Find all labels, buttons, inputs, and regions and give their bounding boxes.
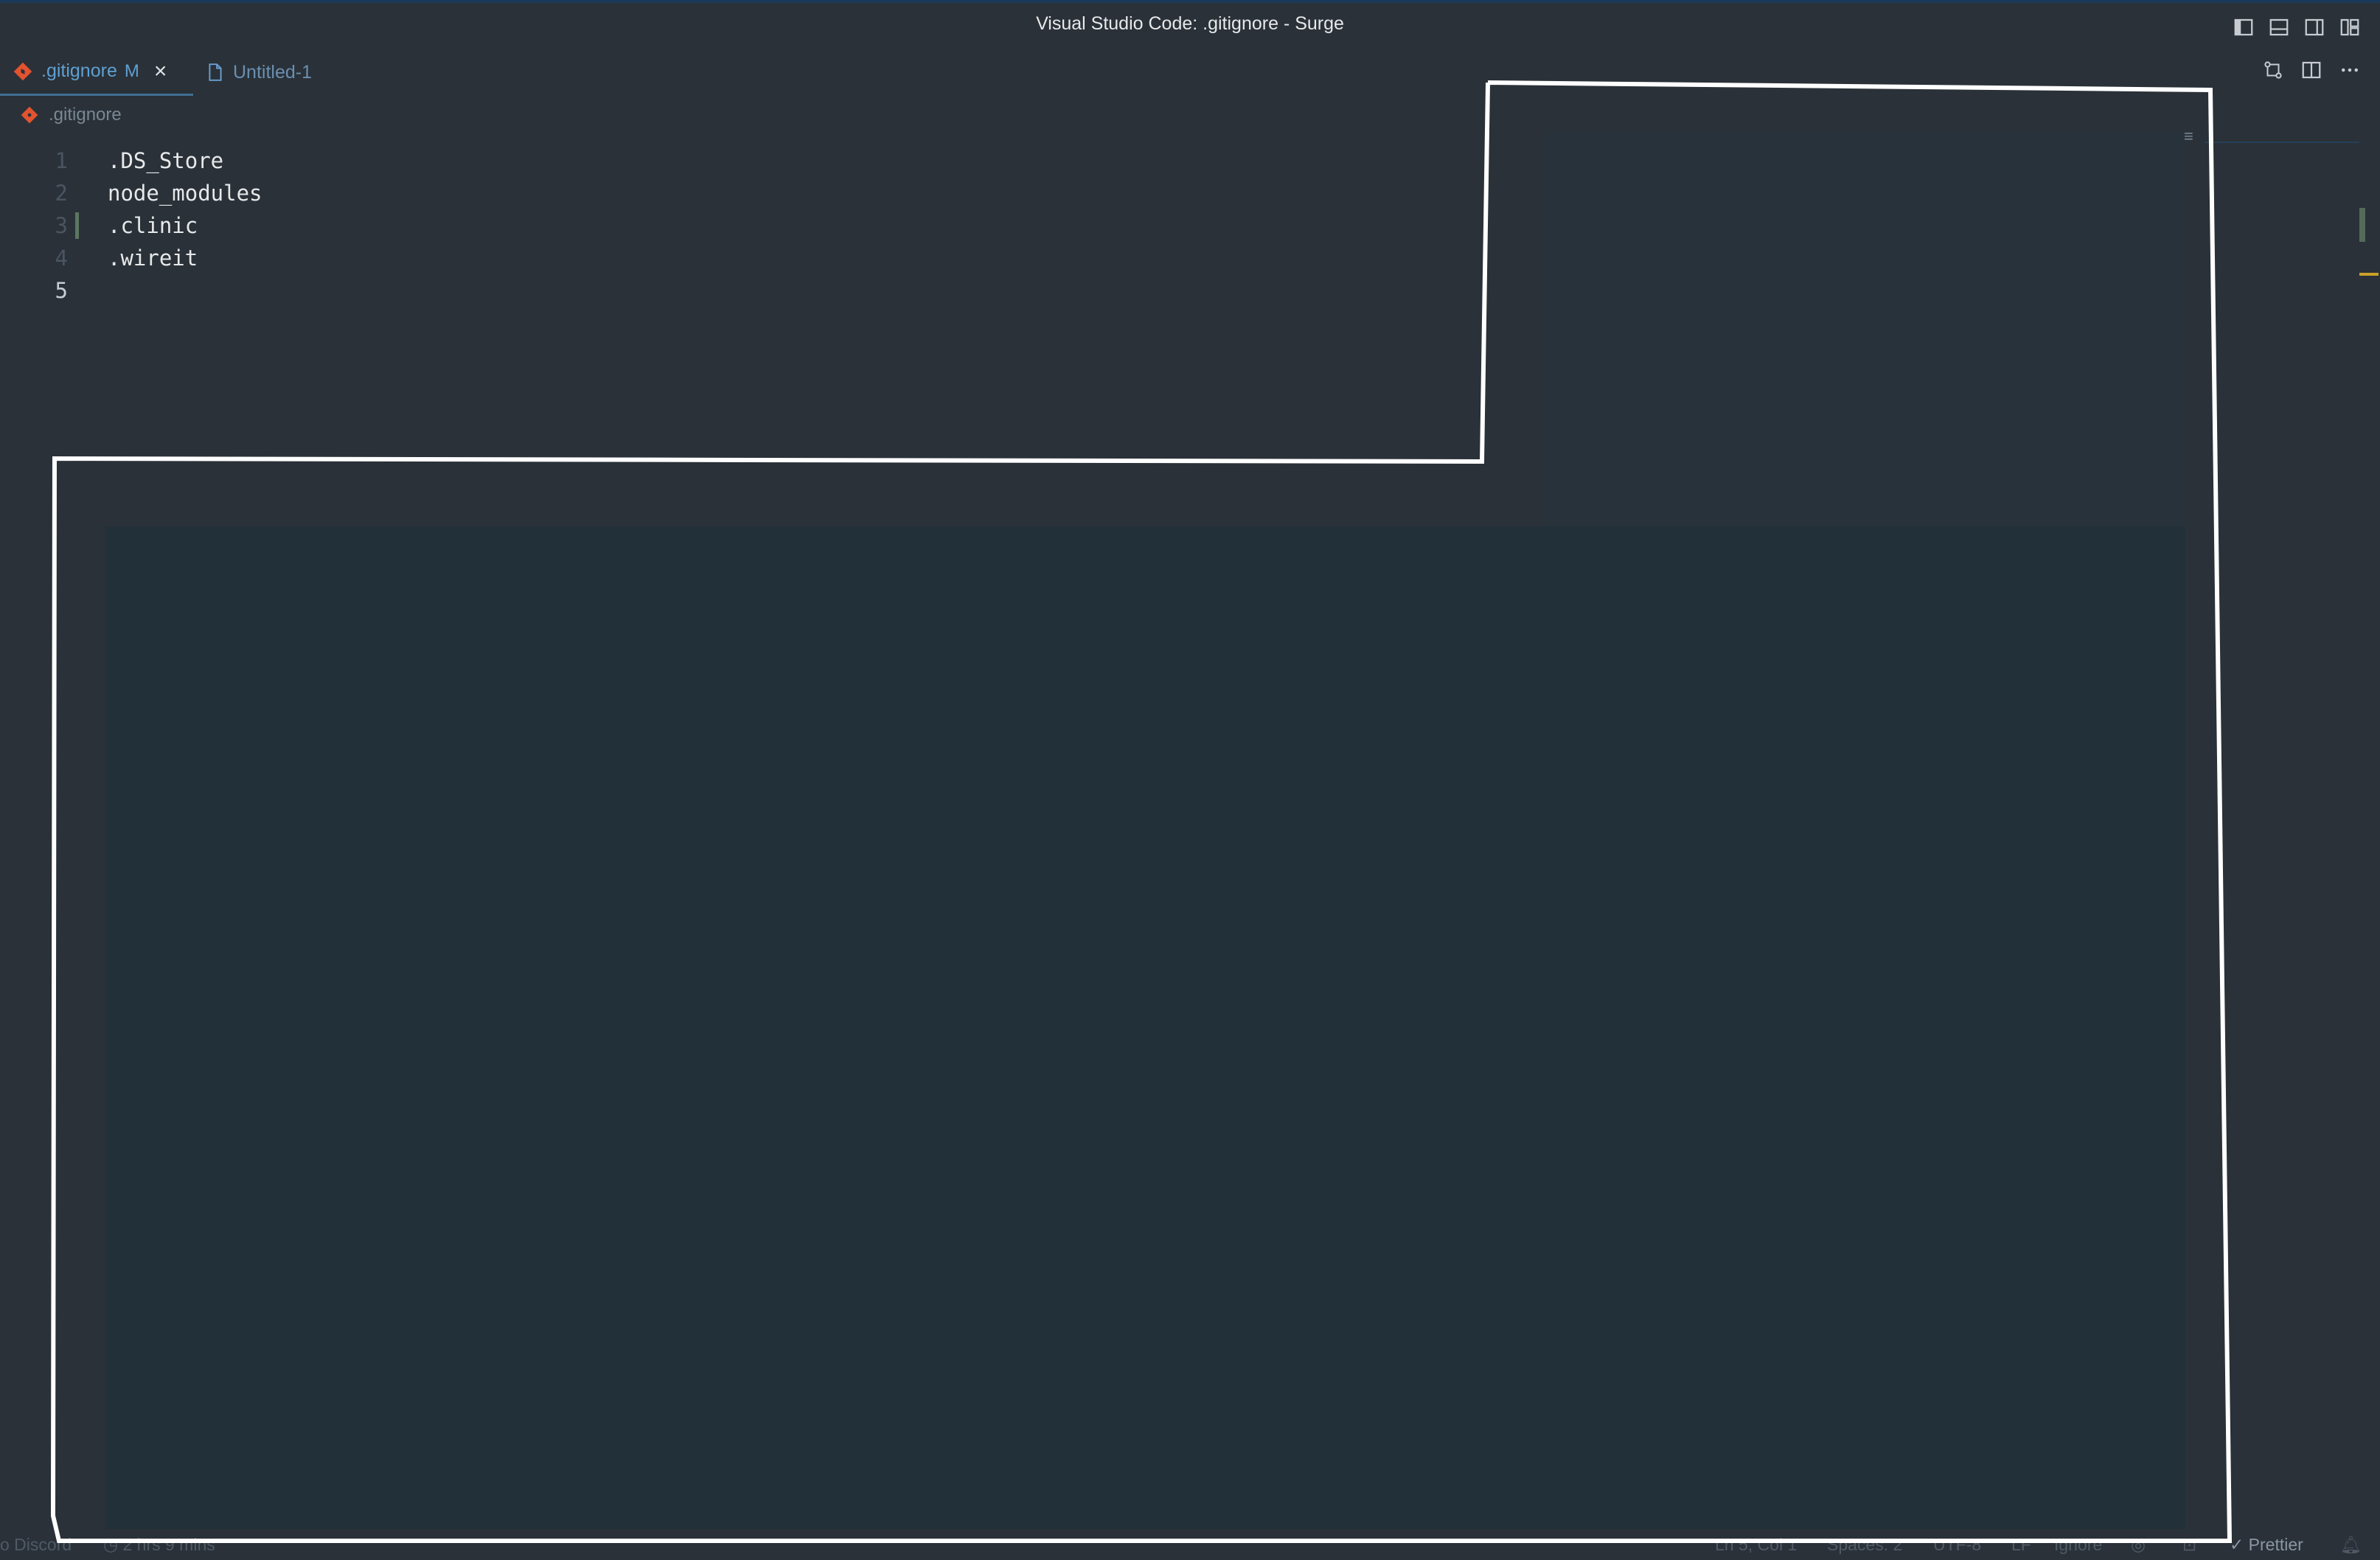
copilot-icon[interactable]: ◎ bbox=[2131, 1535, 2146, 1555]
line-number: 4 bbox=[55, 246, 68, 271]
open-changes-icon[interactable] bbox=[2261, 58, 2286, 83]
status-indentation[interactable]: Spaces: 2 bbox=[1827, 1535, 1902, 1555]
tab-gitignore[interactable]: .gitignore M × bbox=[0, 49, 193, 96]
toggle-primary-sidebar-icon[interactable] bbox=[2231, 15, 2256, 40]
extension-icon[interactable]: ⊡ bbox=[2182, 1535, 2196, 1555]
status-prettier-label: Prettier bbox=[2248, 1535, 2303, 1554]
status-prettier[interactable]: ✓ Prettier bbox=[2230, 1535, 2303, 1555]
clock-icon: ◷ bbox=[103, 1535, 119, 1554]
status-timer[interactable]: ◷ 2 hrs 9 mins bbox=[103, 1535, 215, 1555]
git-added-gutter-mark bbox=[75, 212, 79, 239]
line-number: 5 bbox=[55, 278, 68, 303]
close-icon[interactable]: × bbox=[154, 59, 167, 84]
file-icon bbox=[209, 63, 222, 81]
split-editor-icon[interactable] bbox=[2299, 58, 2324, 83]
code-line: 5 bbox=[0, 274, 2380, 307]
status-eol[interactable]: LF bbox=[2011, 1535, 2031, 1555]
code-line: 4 .wireit bbox=[0, 242, 2380, 274]
line-text: .clinic bbox=[108, 213, 198, 238]
more-actions-icon[interactable] bbox=[2337, 58, 2362, 83]
breadcrumb[interactable]: .gitignore bbox=[21, 100, 122, 130]
overview-ruler-line bbox=[2205, 142, 2359, 143]
status-cursor-position[interactable]: Ln 5, Col 1 bbox=[1715, 1535, 1797, 1555]
git-file-icon bbox=[13, 62, 32, 80]
customize-layout-icon[interactable] bbox=[2337, 15, 2362, 40]
editor-actions bbox=[2261, 58, 2362, 83]
code-line: 3 .clinic bbox=[0, 209, 2380, 242]
status-bar: o Discord ◷ 2 hrs 9 mins Ln 5, Col 1 Spa… bbox=[0, 1531, 2380, 1560]
title-bar: Visual Studio Code: .gitignore - Surge bbox=[0, 0, 2380, 49]
toggle-secondary-sidebar-icon[interactable] bbox=[2302, 15, 2327, 40]
code-line: 2 node_modules bbox=[0, 177, 2380, 209]
status-timer-label: 2 hrs 9 mins bbox=[122, 1535, 215, 1554]
window-title: Visual Studio Code: .gitignore - Surge bbox=[1036, 13, 1344, 34]
editor-tabs: .gitignore M × Untitled-1 bbox=[0, 49, 2380, 96]
bell-icon[interactable]: 🔔︎ bbox=[2340, 1535, 2362, 1555]
line-text: node_modules bbox=[108, 181, 262, 206]
status-language[interactable]: Ignore bbox=[2054, 1535, 2102, 1555]
tab-untitled-1[interactable]: Untitled-1 bbox=[206, 49, 312, 96]
tab-label: Untitled-1 bbox=[233, 61, 312, 83]
line-number: 2 bbox=[55, 181, 68, 206]
modified-badge: M bbox=[124, 60, 139, 81]
minimap-fold-icon[interactable]: ≡ bbox=[2184, 127, 2193, 146]
status-encoding[interactable]: UTF-8 bbox=[1933, 1535, 1981, 1555]
editor-empty-region bbox=[105, 526, 2185, 1529]
tab-label: .gitignore bbox=[41, 60, 117, 81]
status-discord[interactable]: o Discord bbox=[0, 1535, 72, 1555]
breadcrumb-label: .gitignore bbox=[49, 105, 122, 125]
git-file-icon bbox=[21, 106, 38, 124]
code-line: 1 .DS_Store bbox=[0, 144, 2380, 177]
layout-controls bbox=[2231, 15, 2362, 40]
check-icon: ✓ bbox=[2230, 1535, 2244, 1554]
line-text: .DS_Store bbox=[108, 148, 224, 173]
line-number: 3 bbox=[55, 213, 68, 238]
code-editor[interactable]: 1 .DS_Store 2 node_modules 3 .clinic 4 .… bbox=[0, 144, 2380, 307]
toggle-panel-icon[interactable] bbox=[2266, 15, 2292, 40]
line-text: .wireit bbox=[108, 246, 198, 271]
line-number: 1 bbox=[55, 148, 68, 173]
